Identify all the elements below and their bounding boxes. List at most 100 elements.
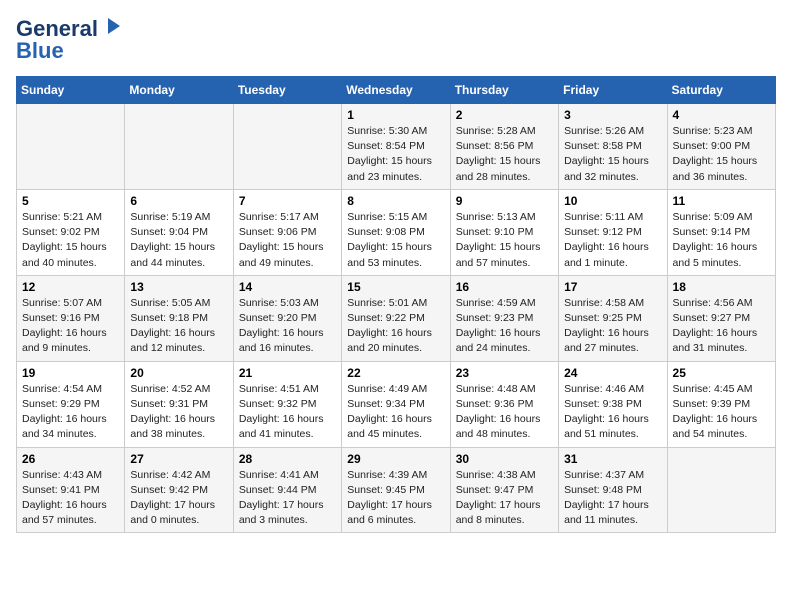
day-info: Sunrise: 4:59 AMSunset: 9:23 PMDaylight:… bbox=[456, 296, 553, 357]
calendar-cell: 19 Sunrise: 4:54 AMSunset: 9:29 PMDayligh… bbox=[17, 361, 125, 447]
day-info: Sunrise: 5:30 AMSunset: 8:54 PMDaylight:… bbox=[347, 124, 444, 185]
calendar-cell: 23 Sunrise: 4:48 AMSunset: 9:36 PMDayligh… bbox=[450, 361, 558, 447]
calendar-cell: 24 Sunrise: 4:46 AMSunset: 9:38 PMDayligh… bbox=[559, 361, 667, 447]
calendar-cell: 2 Sunrise: 5:28 AMSunset: 8:56 PMDaylight… bbox=[450, 104, 558, 190]
day-info: Sunrise: 5:11 AMSunset: 9:12 PMDaylight:… bbox=[564, 210, 661, 271]
calendar-cell: 8 Sunrise: 5:15 AMSunset: 9:08 PMDaylight… bbox=[342, 189, 450, 275]
weekday-header-saturday: Saturday bbox=[667, 77, 775, 104]
calendar-cell: 15 Sunrise: 5:01 AMSunset: 9:22 PMDayligh… bbox=[342, 275, 450, 361]
day-info: Sunrise: 5:03 AMSunset: 9:20 PMDaylight:… bbox=[239, 296, 336, 357]
day-info: Sunrise: 4:52 AMSunset: 9:31 PMDaylight:… bbox=[130, 382, 227, 443]
day-number: 28 bbox=[239, 452, 336, 466]
calendar-cell: 18 Sunrise: 4:56 AMSunset: 9:27 PMDayligh… bbox=[667, 275, 775, 361]
day-info: Sunrise: 5:28 AMSunset: 8:56 PMDaylight:… bbox=[456, 124, 553, 185]
weekday-header-sunday: Sunday bbox=[17, 77, 125, 104]
calendar-cell: 22 Sunrise: 4:49 AMSunset: 9:34 PMDayligh… bbox=[342, 361, 450, 447]
day-info: Sunrise: 5:01 AMSunset: 9:22 PMDaylight:… bbox=[347, 296, 444, 357]
day-info: Sunrise: 4:58 AMSunset: 9:25 PMDaylight:… bbox=[564, 296, 661, 357]
day-info: Sunrise: 5:15 AMSunset: 9:08 PMDaylight:… bbox=[347, 210, 444, 271]
calendar-header: SundayMondayTuesdayWednesdayThursdayFrid… bbox=[17, 77, 776, 104]
calendar-cell: 3 Sunrise: 5:26 AMSunset: 8:58 PMDaylight… bbox=[559, 104, 667, 190]
day-number: 16 bbox=[456, 280, 553, 294]
day-info: Sunrise: 5:13 AMSunset: 9:10 PMDaylight:… bbox=[456, 210, 553, 271]
day-number: 1 bbox=[347, 108, 444, 122]
calendar-cell: 9 Sunrise: 5:13 AMSunset: 9:10 PMDaylight… bbox=[450, 189, 558, 275]
calendar-cell: 13Sunrise: 5:05 AMSunset: 9:18 PMDayligh… bbox=[125, 275, 233, 361]
calendar-cell: 11 Sunrise: 5:09 AMSunset: 9:14 PMDayligh… bbox=[667, 189, 775, 275]
day-number: 24 bbox=[564, 366, 661, 380]
calendar-cell: 26Sunrise: 4:43 AMSunset: 9:41 PMDayligh… bbox=[17, 447, 125, 533]
day-info: Sunrise: 4:56 AMSunset: 9:27 PMDaylight:… bbox=[673, 296, 770, 357]
day-info: Sunrise: 5:23 AMSunset: 9:00 PMDaylight:… bbox=[673, 124, 770, 185]
day-number: 15 bbox=[347, 280, 444, 294]
day-info: Sunrise: 5:05 AMSunset: 9:18 PMDaylight:… bbox=[130, 296, 227, 357]
day-info: Sunrise: 4:41 AMSunset: 9:44 PMDaylight:… bbox=[239, 468, 336, 529]
calendar-cell bbox=[233, 104, 341, 190]
day-info: Sunrise: 4:54 AMSunset: 9:29 PMDaylight:… bbox=[22, 382, 119, 443]
weekday-header-monday: Monday bbox=[125, 77, 233, 104]
day-number: 6 bbox=[130, 194, 227, 208]
page-header: General Blue bbox=[16, 16, 776, 64]
day-number: 23 bbox=[456, 366, 553, 380]
calendar-cell bbox=[125, 104, 233, 190]
day-info: Sunrise: 4:46 AMSunset: 9:38 PMDaylight:… bbox=[564, 382, 661, 443]
day-number: 21 bbox=[239, 366, 336, 380]
day-number: 30 bbox=[456, 452, 553, 466]
day-number: 5 bbox=[22, 194, 119, 208]
day-info: Sunrise: 5:26 AMSunset: 8:58 PMDaylight:… bbox=[564, 124, 661, 185]
day-info: Sunrise: 4:39 AMSunset: 9:45 PMDaylight:… bbox=[347, 468, 444, 529]
weekday-header-tuesday: Tuesday bbox=[233, 77, 341, 104]
calendar-cell: 5 Sunrise: 5:21 AMSunset: 9:02 PMDaylight… bbox=[17, 189, 125, 275]
day-info: Sunrise: 4:38 AMSunset: 9:47 PMDaylight:… bbox=[456, 468, 553, 529]
calendar-cell: 14 Sunrise: 5:03 AMSunset: 9:20 PMDayligh… bbox=[233, 275, 341, 361]
calendar-cell: 7 Sunrise: 5:17 AMSunset: 9:06 PMDaylight… bbox=[233, 189, 341, 275]
calendar-cell: 1 Sunrise: 5:30 AMSunset: 8:54 PMDaylight… bbox=[342, 104, 450, 190]
day-info: Sunrise: 5:21 AMSunset: 9:02 PMDaylight:… bbox=[22, 210, 119, 271]
day-info: Sunrise: 4:43 AMSunset: 9:41 PMDaylight:… bbox=[22, 468, 119, 529]
calendar-cell: 27Sunrise: 4:42 AMSunset: 9:42 PMDayligh… bbox=[125, 447, 233, 533]
day-number: 9 bbox=[456, 194, 553, 208]
day-number: 12 bbox=[22, 280, 119, 294]
calendar-table: SundayMondayTuesdayWednesdayThursdayFrid… bbox=[16, 76, 776, 533]
weekday-header-wednesday: Wednesday bbox=[342, 77, 450, 104]
calendar-cell: 20 Sunrise: 4:52 AMSunset: 9:31 PMDayligh… bbox=[125, 361, 233, 447]
calendar-cell: 10 Sunrise: 5:11 AMSunset: 9:12 PMDayligh… bbox=[559, 189, 667, 275]
day-number: 14 bbox=[239, 280, 336, 294]
day-number: 18 bbox=[673, 280, 770, 294]
day-info: Sunrise: 4:48 AMSunset: 9:36 PMDaylight:… bbox=[456, 382, 553, 443]
calendar-cell bbox=[667, 447, 775, 533]
day-number: 7 bbox=[239, 194, 336, 208]
day-number: 2 bbox=[456, 108, 553, 122]
day-number: 20 bbox=[130, 366, 227, 380]
calendar-cell: 16 Sunrise: 4:59 AMSunset: 9:23 PMDayligh… bbox=[450, 275, 558, 361]
day-number: 8 bbox=[347, 194, 444, 208]
day-number: 17 bbox=[564, 280, 661, 294]
day-number: 19 bbox=[22, 366, 119, 380]
day-number: 25 bbox=[673, 366, 770, 380]
day-info: Sunrise: 5:17 AMSunset: 9:06 PMDaylight:… bbox=[239, 210, 336, 271]
weekday-header-thursday: Thursday bbox=[450, 77, 558, 104]
calendar-cell: 6 Sunrise: 5:19 AMSunset: 9:04 PMDaylight… bbox=[125, 189, 233, 275]
day-number: 11 bbox=[673, 194, 770, 208]
day-number: 22 bbox=[347, 366, 444, 380]
day-number: 3 bbox=[564, 108, 661, 122]
calendar-cell: 28 Sunrise: 4:41 AMSunset: 9:44 PMDayligh… bbox=[233, 447, 341, 533]
calendar-week-5: 26Sunrise: 4:43 AMSunset: 9:41 PMDayligh… bbox=[17, 447, 776, 533]
calendar-cell: 12 Sunrise: 5:07 AMSunset: 9:16 PMDayligh… bbox=[17, 275, 125, 361]
calendar-cell bbox=[17, 104, 125, 190]
day-info: Sunrise: 4:45 AMSunset: 9:39 PMDaylight:… bbox=[673, 382, 770, 443]
calendar-week-2: 5 Sunrise: 5:21 AMSunset: 9:02 PMDaylight… bbox=[17, 189, 776, 275]
day-info: Sunrise: 4:49 AMSunset: 9:34 PMDaylight:… bbox=[347, 382, 444, 443]
calendar-cell: 29Sunrise: 4:39 AMSunset: 9:45 PMDayligh… bbox=[342, 447, 450, 533]
day-info: Sunrise: 4:42 AMSunset: 9:42 PMDaylight:… bbox=[130, 468, 227, 529]
day-number: 10 bbox=[564, 194, 661, 208]
day-info: Sunrise: 5:07 AMSunset: 9:16 PMDaylight:… bbox=[22, 296, 119, 357]
day-info: Sunrise: 5:09 AMSunset: 9:14 PMDaylight:… bbox=[673, 210, 770, 271]
day-info: Sunrise: 4:51 AMSunset: 9:32 PMDaylight:… bbox=[239, 382, 336, 443]
logo-icon bbox=[100, 16, 122, 38]
calendar-cell: 25 Sunrise: 4:45 AMSunset: 9:39 PMDayligh… bbox=[667, 361, 775, 447]
day-info: Sunrise: 4:37 AMSunset: 9:48 PMDaylight:… bbox=[564, 468, 661, 529]
day-info: Sunrise: 5:19 AMSunset: 9:04 PMDaylight:… bbox=[130, 210, 227, 271]
calendar-cell: 17 Sunrise: 4:58 AMSunset: 9:25 PMDayligh… bbox=[559, 275, 667, 361]
weekday-header-friday: Friday bbox=[559, 77, 667, 104]
